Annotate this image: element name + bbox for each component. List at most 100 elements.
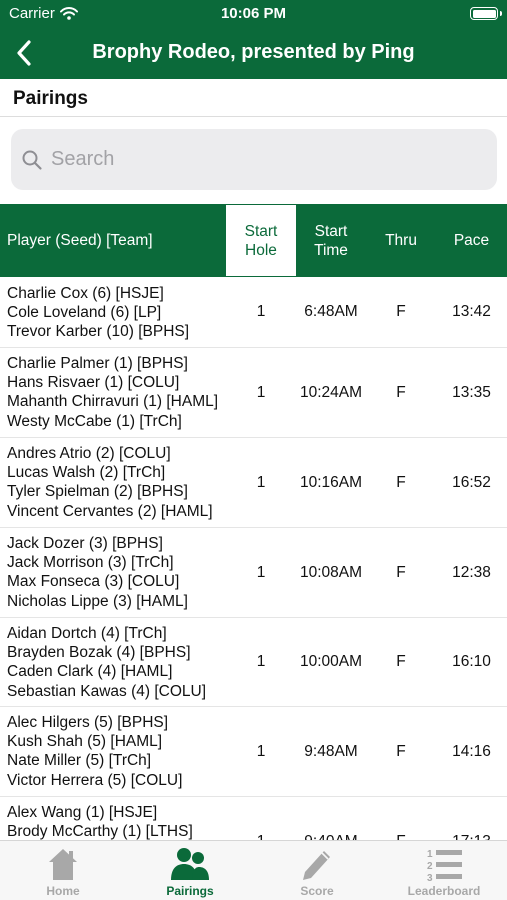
player-name: Charlie Cox (6) [HSJE] <box>7 285 164 302</box>
start-time-value: 10:24AM <box>299 383 363 401</box>
start-hole-value: 1 <box>226 797 296 841</box>
player-name: Westy McCabe (1) [TrCh] <box>7 412 182 430</box>
pairing-players: Aidan Dortch (4) [TrCh] Brayden Bozak (4… <box>7 624 225 701</box>
tab-leaderboard-label: Leaderboard <box>407 884 481 898</box>
pairing-row[interactable]: Alex Wang (1) [HSJE] Brody McCarthy (1) … <box>0 797 507 840</box>
column-header-start-hole-line1: Start <box>244 222 278 240</box>
thru-value: F <box>396 473 406 491</box>
pace-value: 16:52 <box>452 473 491 491</box>
pace-value: 13:42 <box>452 303 491 320</box>
column-header-start-hole-line2: Hole <box>245 241 277 259</box>
pencil-icon <box>303 851 330 880</box>
start-time-value: 9:40AM <box>296 797 366 841</box>
column-header-start-time[interactable]: Start Time <box>296 204 366 277</box>
player-name: Nicholas Lippe (3) [HAML] <box>7 592 188 610</box>
start-hole-value: 1 <box>256 303 266 320</box>
start-hole-value: 1 <box>256 563 266 581</box>
player-name: Hans Risvaer (1) [COLU] <box>7 374 180 392</box>
player-name: Max Fonseca (3) [COLU] <box>7 573 180 591</box>
pairing-row[interactable]: Jack Dozer (3) [BPHS] Jack Morrison (3) … <box>0 528 507 618</box>
svg-text:2: 2 <box>427 861 433 872</box>
column-header-pace[interactable]: Pace <box>436 204 507 277</box>
tab-leaderboard[interactable]: 1 2 3 Leaderboard <box>381 841 507 900</box>
player-name: Vincent Cervantes (2) [HAML] <box>7 502 213 520</box>
player-name: Brayden Bozak (4) [BPHS] <box>7 644 191 662</box>
svg-text:1: 1 <box>427 849 433 860</box>
tab-bar: Home Pairings Score 1 2 3 Leaderboard <box>0 840 507 900</box>
section-title: Pairings <box>13 88 88 109</box>
tab-score-label: Score <box>300 884 334 898</box>
search-input[interactable]: Search <box>11 129 497 190</box>
thru-value: F <box>396 742 406 760</box>
pace-value: 14:16 <box>452 742 491 760</box>
pairing-row[interactable]: Alec Hilgers (5) [BPHS] Kush Shah (5) [H… <box>0 707 507 797</box>
start-hole-value: 1 <box>256 653 266 670</box>
start-time-value: 10:00AM <box>299 653 363 670</box>
player-name: Caden Clark (4) [HAML] <box>7 663 173 681</box>
tab-pairings[interactable]: Pairings <box>127 841 253 900</box>
tab-home-label: Home <box>46 884 80 898</box>
svg-text:3: 3 <box>427 873 433 882</box>
player-name: Tyler Spielman (2) [BPHS] <box>7 483 188 501</box>
table-header: Player (Seed) [Team] Start Hole Start Ti… <box>0 204 507 277</box>
pairing-row[interactable]: Andres Atrio (2) [COLU] Lucas Walsh (2) … <box>0 438 507 528</box>
navigation-bar: Brophy Rodeo, presented by Ping <box>0 28 507 79</box>
pace-value: 16:10 <box>452 653 491 670</box>
pairing-row[interactable]: Aidan Dortch (4) [TrCh] Brayden Bozak (4… <box>0 618 507 707</box>
start-hole-value: 1 <box>256 742 266 760</box>
column-header-start-time-line1: Start <box>314 222 348 240</box>
section-header: Pairings <box>0 79 507 117</box>
search-placeholder: Search <box>51 148 115 170</box>
player-name: Andres Atrio (2) [COLU] <box>7 445 171 462</box>
people-icon <box>171 848 209 880</box>
column-header-start-hole[interactable]: Start Hole <box>226 205 296 276</box>
start-hole-value: 1 <box>256 473 266 491</box>
start-time-value: 10:16AM <box>299 473 363 491</box>
thru-value: F <box>366 797 436 841</box>
battery-icon <box>470 7 502 20</box>
player-name: Jack Dozer (3) [BPHS] <box>7 535 163 552</box>
thru-value: F <box>396 653 406 670</box>
player-name: Alec Hilgers (5) [BPHS] <box>7 714 169 731</box>
player-name: Jack Morrison (3) [TrCh] <box>7 554 174 572</box>
search-icon <box>22 150 42 170</box>
pairing-row[interactable]: Charlie Palmer (1) [BPHS] Hans Risvaer (… <box>0 348 507 438</box>
start-time-value: 6:48AM <box>304 303 358 320</box>
pace-value: 13:35 <box>452 383 491 401</box>
player-name: Sebastian Kawas (4) [COLU] <box>7 682 207 700</box>
player-name: Aidan Dortch (4) [TrCh] <box>7 625 167 642</box>
pairing-players: Jack Dozer (3) [BPHS] Jack Morrison (3) … <box>7 534 225 611</box>
pairings-list[interactable]: Charlie Cox (6) [HSJE] Cole Loveland (6)… <box>0 277 507 840</box>
tab-score[interactable]: Score <box>254 841 380 900</box>
pairing-players: Charlie Palmer (1) [BPHS] Hans Risvaer (… <box>7 354 225 431</box>
tab-home[interactable]: Home <box>0 841 126 900</box>
pairing-players: Andres Atrio (2) [COLU] Lucas Walsh (2) … <box>7 444 225 521</box>
column-header-thru[interactable]: Thru <box>366 204 436 277</box>
tab-pairings-label: Pairings <box>166 884 214 898</box>
thru-value: F <box>396 563 406 581</box>
page-title: Brophy Rodeo, presented by Ping <box>92 41 415 63</box>
thru-value: F <box>396 303 406 320</box>
player-name: Nate Miller (5) [TrCh] <box>7 752 152 770</box>
pairing-players: Charlie Cox (6) [HSJE] Cole Loveland (6)… <box>7 284 225 342</box>
player-name: Trevor Karber (10) [BPHS] <box>7 323 190 341</box>
pace-value: 12:38 <box>452 563 491 581</box>
player-name: Victor Herrera (5) [COLU] <box>7 771 183 789</box>
pace-value: 17:13 <box>436 797 507 841</box>
player-name: Alex Wang (1) [HSJE] <box>7 804 158 821</box>
start-time-value: 10:08AM <box>299 563 363 581</box>
pairing-row[interactable]: Charlie Cox (6) [HSJE] Cole Loveland (6)… <box>0 277 507 348</box>
start-hole-value: 1 <box>256 383 266 401</box>
pairing-players: Alex Wang (1) [HSJE] Brody McCarthy (1) … <box>7 803 225 840</box>
home-icon <box>49 849 77 880</box>
column-header-player[interactable]: Player (Seed) [Team] <box>7 204 153 277</box>
player-name: Charlie Palmer (1) [BPHS] <box>7 355 188 372</box>
player-name: Cole Loveland (6) [LP] <box>7 304 162 322</box>
player-name: Lucas Walsh (2) [TrCh] <box>7 464 166 482</box>
status-bar: Carrier 10:06 PM <box>0 0 507 28</box>
thru-value: F <box>396 383 406 401</box>
player-name: Kush Shah (5) [HAML] <box>7 733 163 751</box>
column-header-start-time-line2: Time <box>314 241 348 259</box>
ranked-list-icon: 1 2 3 <box>427 849 462 882</box>
clock: 10:06 PM <box>220 5 287 22</box>
